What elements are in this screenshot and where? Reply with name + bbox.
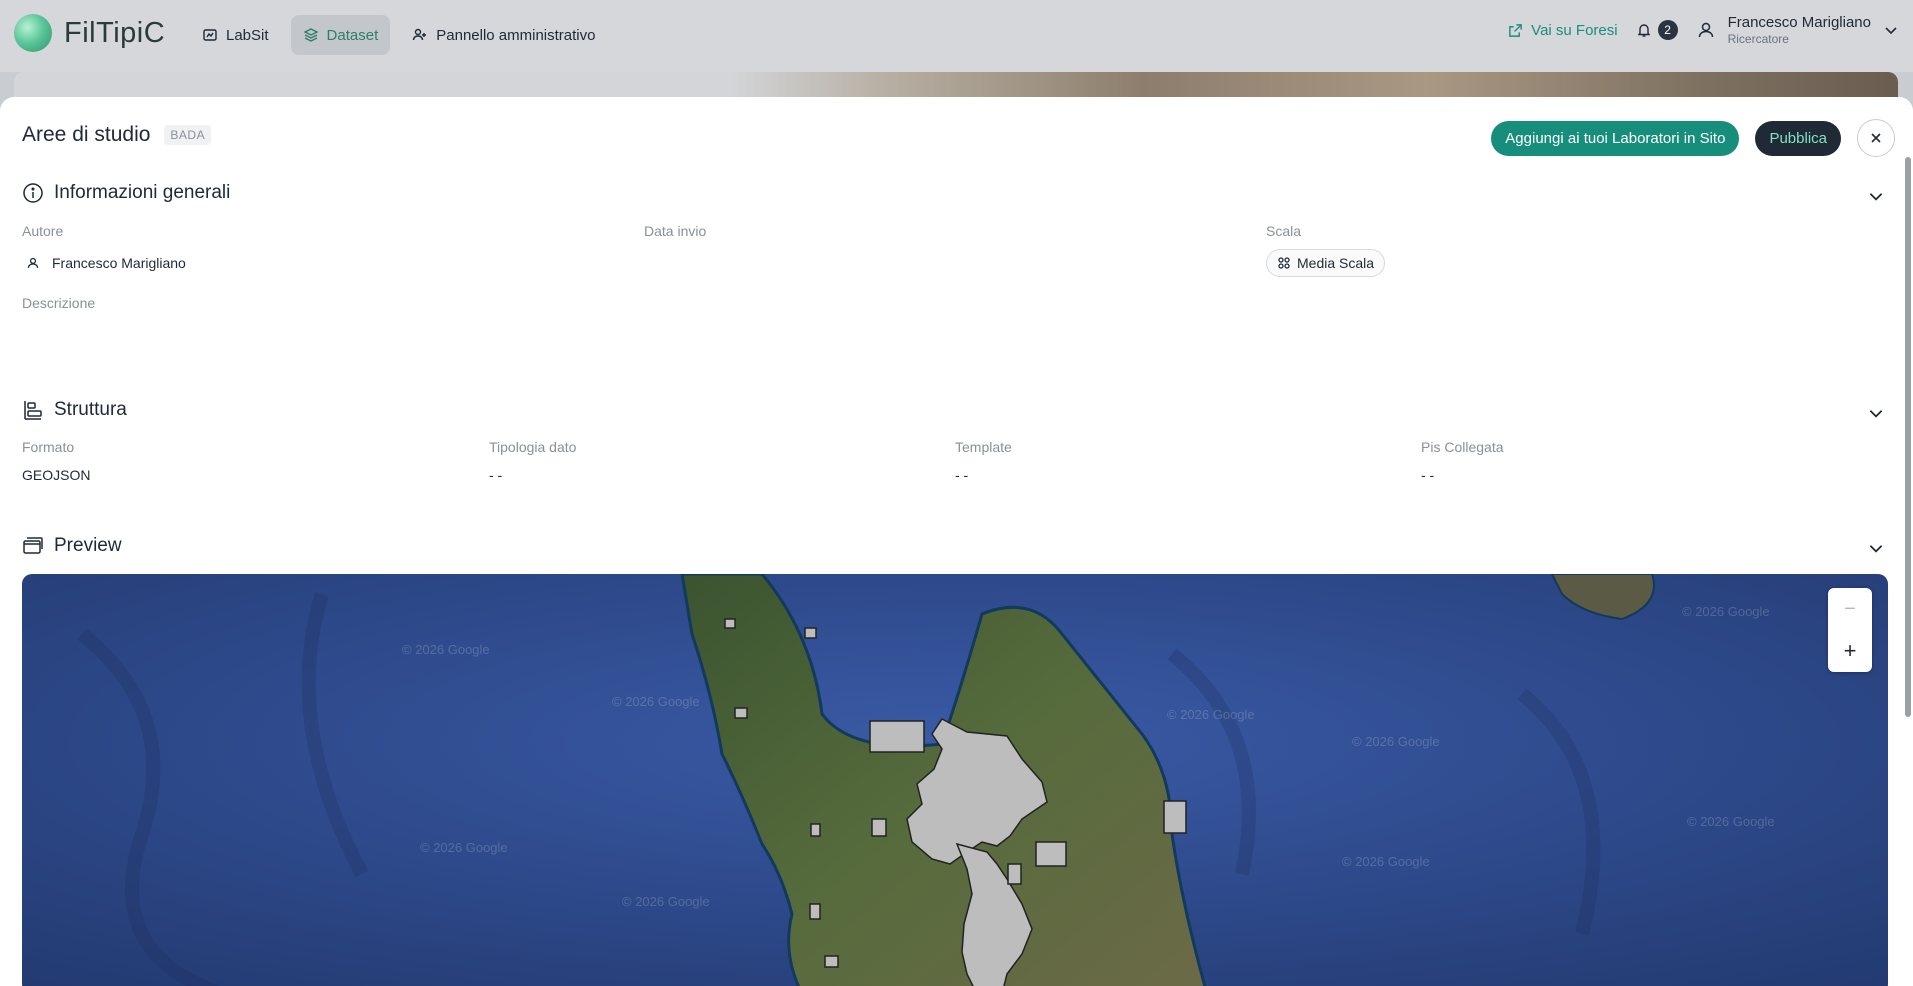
admin-users-icon: [413, 28, 427, 41]
close-button[interactable]: [1857, 119, 1895, 157]
template-label: Template: [955, 439, 1012, 455]
map-watermark: © 2026 Google: [402, 642, 490, 657]
scale-chip: Media Scala: [1266, 249, 1386, 277]
logo-mark-icon: [14, 14, 52, 52]
map-watermark: © 2026 Google: [1352, 734, 1440, 749]
section-title: Struttura: [54, 399, 127, 420]
study-area-polygon[interactable]: [734, 707, 748, 719]
zoom-in-button[interactable]: +: [1828, 630, 1872, 672]
author-name: Francesco Marigliano: [52, 255, 186, 271]
user-role: Ricercatore: [1727, 32, 1789, 46]
study-area-polygon[interactable]: [804, 627, 817, 639]
study-area-polygon[interactable]: [809, 903, 821, 920]
study-area-polygon[interactable]: [1035, 841, 1067, 867]
header-right: Vai su Foresi 2 Francesco Marigliano Ric…: [1508, 14, 1899, 46]
user-name: Francesco Marigliano: [1727, 14, 1871, 31]
close-icon: [1871, 133, 1881, 143]
scale-value: Media Scala: [1297, 255, 1375, 271]
publish-button[interactable]: Pubblica: [1755, 120, 1841, 156]
study-area-polygon[interactable]: [1163, 800, 1187, 834]
chevron-down-icon[interactable]: [1867, 404, 1885, 422]
nav-item-labsit[interactable]: LabSit: [190, 15, 281, 55]
study-area-polygon[interactable]: [869, 720, 925, 753]
panel-header: Aree di studio BADA: [22, 123, 212, 147]
description-label: Descrizione: [22, 295, 96, 311]
lab-icon: [203, 29, 217, 41]
section-structure-header[interactable]: Struttura: [22, 399, 127, 421]
chevron-down-icon[interactable]: [1867, 187, 1885, 205]
add-to-labsit-button[interactable]: Aggiungi ai tuoi Laboratori in Sito: [1491, 120, 1740, 156]
date-label: Data invio: [644, 223, 707, 239]
map-watermark: © 2026 Google: [1682, 604, 1770, 619]
linked-pis-label: Pis Collegata: [1421, 439, 1504, 455]
app-logo[interactable]: FilTipiC: [14, 14, 165, 52]
user-icon: [1698, 22, 1713, 38]
section-preview-header[interactable]: Preview: [22, 535, 122, 557]
external-link-icon: [1509, 23, 1522, 37]
notifications-count-badge: 2: [1657, 20, 1678, 40]
nav-item-label: Pannello amministrativo: [436, 26, 596, 44]
app-name: FilTipiC: [64, 16, 166, 49]
section-title: Informazioni generali: [54, 182, 231, 203]
structure-icon: [24, 401, 42, 420]
info-icon: [23, 183, 43, 203]
template-value: - -: [955, 467, 969, 483]
linked-pis-value: - -: [1421, 467, 1435, 483]
data-type-value: - -: [489, 467, 503, 483]
user-info: Francesco Marigliano Ricercatore: [1728, 14, 1871, 46]
page-title: Aree di studio: [22, 123, 151, 146]
map-watermark: © 2026 Google: [1167, 707, 1255, 722]
map-watermark: © 2026 Google: [420, 840, 508, 855]
dataset-detail-panel: Aree di studio BADA Aggiungi ai tuoi Lab…: [0, 97, 1913, 986]
study-area-polygon[interactable]: [724, 618, 736, 629]
main-nav: LabSit Dataset Pannello amministrativo: [190, 15, 608, 55]
nav-item-label: Dataset: [326, 26, 379, 44]
user-menu[interactable]: Francesco Marigliano Ricercatore: [1696, 14, 1899, 46]
study-area-polygon[interactable]: [871, 818, 887, 837]
study-area-polygon[interactable]: [1007, 863, 1022, 885]
external-link-label: Vai su Foresi: [1531, 21, 1618, 39]
section-title: Preview: [54, 535, 122, 556]
zoom-out-label: −: [1844, 597, 1856, 620]
zoom-out-button[interactable]: −: [1828, 588, 1872, 630]
notifications-button[interactable]: 2: [1636, 20, 1678, 40]
section-general-header[interactable]: Informazioni generali: [22, 182, 230, 204]
bell-icon: [1637, 24, 1650, 37]
study-area-polygon[interactable]: [810, 823, 821, 837]
chevron-down-icon[interactable]: [1867, 539, 1885, 557]
data-type-label: Tipologia dato: [489, 439, 577, 455]
format-value: GEOJSON: [22, 467, 91, 483]
map-watermark: © 2026 Google: [622, 894, 710, 909]
top-navigation-bar: FilTipiC LabSit Dataset Pannello amminis…: [0, 0, 1913, 72]
map-zoom-controls: − +: [1828, 588, 1872, 672]
nav-item-label: LabSit: [226, 26, 269, 44]
satellite-map: © 2026 Google © 2026 Google © 2026 Googl…: [22, 574, 1888, 986]
zoom-in-label: +: [1843, 638, 1857, 663]
panel-actions: Aggiungi ai tuoi Laboratori in Sito Pubb…: [1491, 119, 1895, 157]
nav-item-admin-panel[interactable]: Pannello amministrativo: [400, 15, 607, 55]
map-watermark: © 2026 Google: [1687, 814, 1775, 829]
external-link-foresi[interactable]: Vai su Foresi: [1508, 21, 1618, 39]
scale-grid-icon: [1278, 257, 1290, 269]
map-preview[interactable]: © 2026 Google © 2026 Google © 2026 Googl…: [22, 574, 1888, 986]
study-area-polygon[interactable]: [824, 955, 839, 968]
author-value: Francesco Marigliano: [26, 255, 186, 271]
preview-window-icon: [23, 537, 43, 554]
panel-scrollbar[interactable]: [1905, 157, 1911, 717]
user-icon: [27, 257, 39, 268]
nav-item-dataset[interactable]: Dataset: [290, 15, 391, 55]
chevron-down-icon: [1885, 27, 1897, 35]
dataset-tag: BADA: [164, 125, 212, 145]
author-label: Autore: [22, 223, 64, 239]
map-watermark: © 2026 Google: [612, 694, 700, 709]
layers-icon: [302, 28, 319, 42]
format-label: Formato: [22, 439, 75, 455]
map-watermark: © 2026 Google: [1342, 854, 1430, 869]
scale-label: Scala: [1266, 223, 1302, 239]
